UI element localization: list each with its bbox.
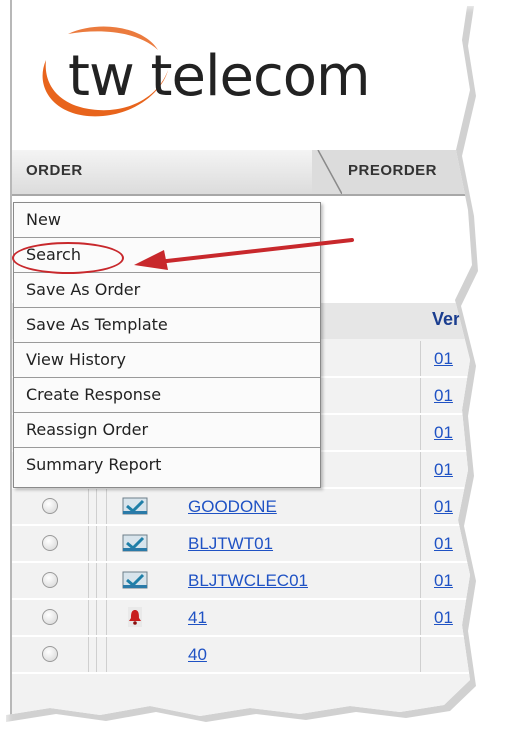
- annotation-highlight-circle: [12, 242, 124, 274]
- version-link[interactable]: 01: [434, 423, 453, 443]
- column-divider: [88, 526, 89, 561]
- row-select-radio[interactable]: [42, 646, 58, 662]
- registered-mark-icon: [474, 98, 484, 108]
- version-link[interactable]: 01: [434, 571, 453, 591]
- version-link[interactable]: 01: [434, 497, 453, 517]
- menu-item-reassign-order[interactable]: Reassign Order: [14, 413, 320, 448]
- column-divider: [420, 600, 421, 635]
- tab-divider: [312, 150, 342, 194]
- column-divider: [88, 600, 89, 635]
- main-tab-bar: ORDER PREORDER: [12, 150, 472, 196]
- tab-order[interactable]: ORDER: [12, 150, 318, 194]
- column-divider: [106, 600, 107, 635]
- menu-item-summary-report[interactable]: Summary Report: [14, 448, 320, 483]
- order-link[interactable]: BLJTWT01: [188, 534, 273, 554]
- column-divider: [96, 526, 97, 561]
- column-divider: [88, 637, 89, 672]
- version-link[interactable]: 01: [434, 386, 453, 406]
- column-divider: [420, 415, 421, 450]
- version-link[interactable]: 01: [434, 460, 453, 480]
- tab-preorder[interactable]: PREORDER: [348, 162, 437, 179]
- table-row: 40: [12, 637, 472, 674]
- column-divider: [420, 526, 421, 561]
- column-divider: [420, 563, 421, 598]
- alarm-bell-icon: [128, 607, 142, 627]
- menu-item-label: New: [26, 210, 61, 229]
- row-select-radio[interactable]: [42, 572, 58, 588]
- version-link[interactable]: 01: [434, 534, 453, 554]
- menu-item-label: Create Response: [26, 385, 162, 404]
- menu-item-label: Save As Template: [26, 315, 168, 334]
- column-divider: [96, 600, 97, 635]
- column-divider: [420, 341, 421, 376]
- column-divider: [420, 452, 421, 487]
- column-divider: [420, 637, 421, 672]
- app-page: tw telecom ORDER PREORDER Ver 01 01 01 0…: [0, 0, 472, 716]
- table-row: GOODONE 01: [12, 489, 472, 526]
- row-select-radio[interactable]: [42, 535, 58, 551]
- menu-item-create-response[interactable]: Create Response: [14, 378, 320, 413]
- logo-wordmark: tw telecom: [68, 44, 371, 109]
- menu-item-label: View History: [26, 350, 126, 369]
- column-divider: [96, 489, 97, 524]
- column-divider: [88, 563, 89, 598]
- column-divider: [96, 563, 97, 598]
- menu-item-save-as-template[interactable]: Save As Template: [14, 308, 320, 343]
- table-row: BLJTWT01 01: [12, 526, 472, 563]
- table-row: 41 01: [12, 600, 472, 637]
- tab-order-label: ORDER: [26, 162, 83, 179]
- tw-telecom-logo: tw telecom: [28, 20, 468, 125]
- column-divider: [420, 489, 421, 524]
- annotation-arrow-icon: [134, 238, 354, 270]
- table-row: BLJTWCLEC01 01: [12, 563, 472, 600]
- column-divider: [106, 489, 107, 524]
- menu-item-save-as-order[interactable]: Save As Order: [14, 273, 320, 308]
- envelope-check-icon: [122, 571, 148, 589]
- envelope-check-icon: [122, 534, 148, 552]
- order-link[interactable]: 40: [188, 645, 207, 665]
- column-divider: [420, 378, 421, 413]
- column-divider: [106, 637, 107, 672]
- column-divider: [106, 526, 107, 561]
- row-select-radio[interactable]: [42, 498, 58, 514]
- menu-item-label: Save As Order: [26, 280, 141, 299]
- column-divider: [96, 637, 97, 672]
- order-link[interactable]: 41: [188, 608, 207, 628]
- menu-item-label: Summary Report: [26, 455, 162, 474]
- column-divider: [88, 489, 89, 524]
- order-link[interactable]: GOODONE: [188, 497, 277, 517]
- version-link[interactable]: 01: [434, 608, 453, 628]
- column-divider: [106, 563, 107, 598]
- menu-item-view-history[interactable]: View History: [14, 343, 320, 378]
- version-link[interactable]: 01: [434, 349, 453, 369]
- order-link[interactable]: BLJTWCLEC01: [188, 571, 308, 591]
- envelope-check-icon: [122, 497, 148, 515]
- column-header-version[interactable]: Ver: [432, 309, 460, 330]
- menu-item-label: Reassign Order: [26, 420, 149, 439]
- row-select-radio[interactable]: [42, 609, 58, 625]
